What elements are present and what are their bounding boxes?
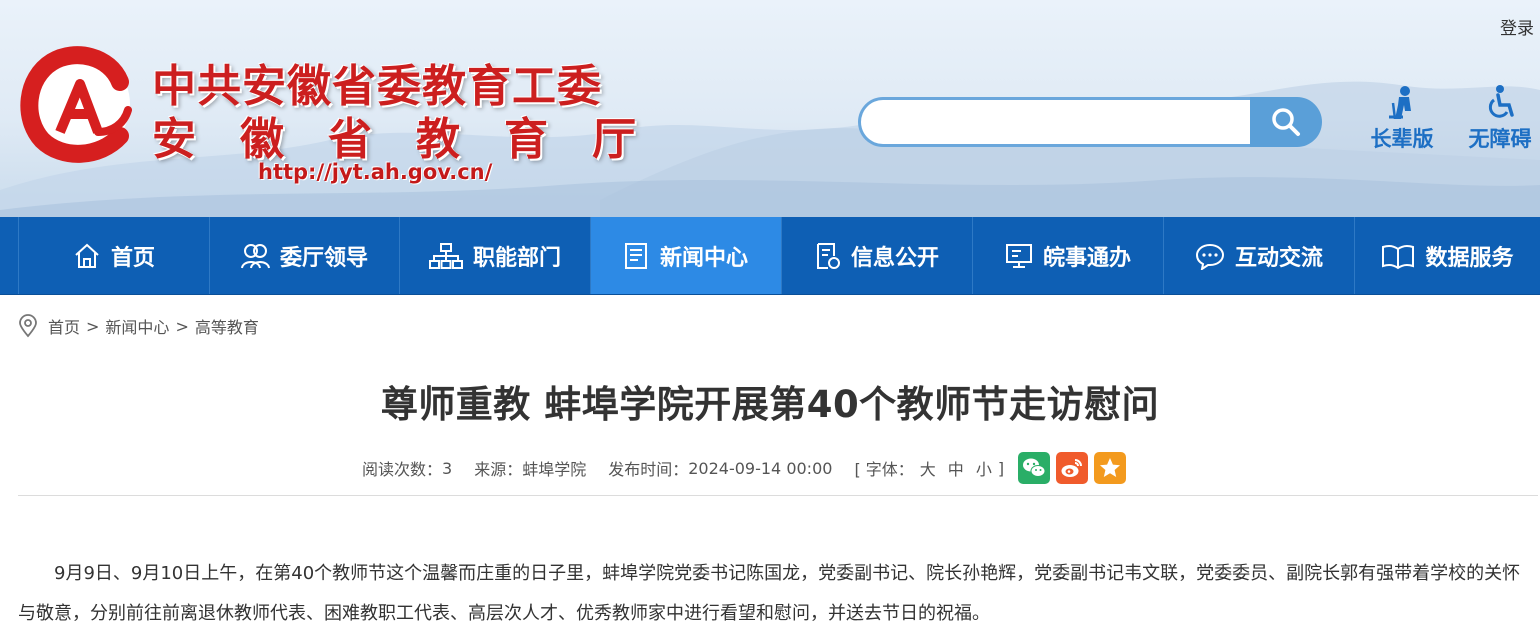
nav-label: 首页: [110, 245, 155, 271]
open-book-icon: [1382, 244, 1415, 269]
nav-label: 信息公开: [850, 245, 939, 271]
nav-label: 职能部门: [472, 245, 561, 271]
breadcrumb-higher-education[interactable]: 高等教育: [195, 314, 259, 338]
favorite-star-icon: [1100, 458, 1121, 477]
favorite-button[interactable]: [1094, 452, 1127, 484]
search-input[interactable]: [858, 97, 1285, 147]
elder-mode-label: 长辈版: [1370, 127, 1434, 151]
breadcrumb-separator: >: [175, 316, 189, 336]
elder-person-icon: [1389, 86, 1411, 119]
share-wechat-button[interactable]: [1018, 452, 1051, 484]
wheelchair-icon: [1488, 85, 1514, 118]
share-weibo-button[interactable]: [1056, 452, 1089, 484]
location-pin-icon: [19, 314, 37, 338]
weibo-icon: [1061, 459, 1083, 477]
nav-item-home[interactable]: 首页: [18, 217, 210, 294]
article-paragraph: 9月9日、9月10日上午，在第40个教师节这个温馨而庄重的日子里，蚌埠学院党委书…: [18, 563, 1521, 624]
info-document-icon: [816, 242, 840, 269]
article-meta: 阅读次数： 3 来源： 蚌埠学院 发布时间： 2024-09-14 00:00 …: [362, 450, 1127, 486]
breadcrumb-news[interactable]: 新闻中心: [105, 314, 169, 338]
source-label: 来源：: [474, 460, 523, 479]
search-button[interactable]: [1250, 97, 1322, 147]
published-value: 2024-09-14 00:00: [688, 458, 833, 478]
nav-label: 皖事通办: [1042, 245, 1131, 271]
org-chart-icon: [428, 242, 463, 269]
font-size-medium[interactable]: 中: [948, 456, 964, 480]
org-name-line2: 安徽省教育厅: [152, 114, 680, 165]
home-icon: [75, 243, 99, 268]
chat-bubble-icon: [1195, 243, 1224, 270]
nav-label: 新闻中心: [659, 245, 748, 271]
breadcrumb-home[interactable]: 首页: [48, 314, 80, 338]
wechat-icon: [1023, 458, 1046, 477]
nav-label: 互动交流: [1234, 245, 1323, 271]
font-size-large[interactable]: 大: [920, 456, 936, 480]
nav-item-departments[interactable]: 职能部门: [400, 217, 591, 294]
site-header: 登录 中共安徽省委教育工委 安徽省教育厅 http://jyt.ah.gov.c…: [0, 0, 1540, 217]
nav-item-data-services[interactable]: 数据服务: [1355, 217, 1540, 294]
nav-item-leadership[interactable]: 委厅领导: [209, 217, 400, 294]
views-label: 阅读次数：: [362, 460, 443, 479]
source-value: 蚌埠学院: [522, 460, 587, 479]
nav-item-interaction[interactable]: 互动交流: [1164, 217, 1355, 294]
elder-mode-link[interactable]: 长辈版: [1366, 85, 1438, 153]
people-icon: [240, 243, 270, 268]
breadcrumb-separator: >: [86, 316, 100, 336]
nav-item-news[interactable]: 新闻中心: [591, 217, 782, 294]
login-link[interactable]: 登录: [1500, 14, 1534, 39]
font-size-small[interactable]: 小: [976, 456, 992, 480]
nav-item-wanshitong[interactable]: 皖事通办: [973, 217, 1164, 294]
views-count: 3: [442, 458, 453, 478]
font-size-close: ]: [997, 458, 1005, 478]
site-url: http://jyt.ah.gov.cn/: [258, 160, 493, 184]
article-title: 尊师重教 蚌埠学院开展第40个教师节走访慰问: [380, 383, 1160, 426]
monitor-icon: [1005, 243, 1032, 268]
breadcrumb: 首页 > 新闻中心 > 高等教育: [18, 312, 259, 340]
search-icon: [1272, 108, 1300, 136]
published-label: 发布时间：: [608, 460, 689, 479]
nav-label: 委厅领导: [279, 245, 368, 271]
search-box: [858, 97, 1322, 147]
news-document-icon: [624, 242, 647, 269]
font-size-open: [ 字体：: [854, 460, 914, 479]
main-nav: 首页 委厅领导 职能部门 新闻中心 信息公开 皖事通办 互动交流 数据服务: [0, 217, 1540, 295]
emblem-logo-icon: [20, 46, 132, 163]
accessibility-label: 无障碍: [1468, 127, 1532, 151]
nav-label: 数据服务: [1425, 245, 1514, 271]
divider: [18, 495, 1538, 496]
accessibility-link[interactable]: 无障碍: [1463, 85, 1537, 153]
nav-item-info-disclosure[interactable]: 信息公开: [782, 217, 973, 294]
